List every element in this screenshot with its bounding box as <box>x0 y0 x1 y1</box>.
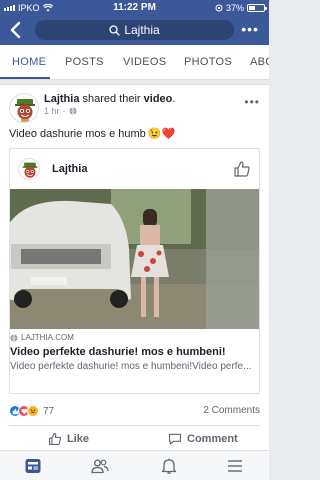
post-text: Video dashurie mos e humb <box>9 127 146 140</box>
shared-page-name[interactable]: Lajthia <box>52 163 87 175</box>
shared-avatar[interactable] <box>18 158 40 180</box>
battery-percent: 37% <box>225 3 244 13</box>
post-card: Lajthia shared their video. 1 hr · ••• V… <box>0 84 269 432</box>
post-options-icon[interactable]: ••• <box>244 95 260 109</box>
post-author[interactable]: Lajthia <box>44 93 79 105</box>
divider <box>9 425 260 426</box>
shared-post[interactable]: Lajthia LAJTHIA.COM Video perfekte dashu… <box>9 148 260 394</box>
reaction-count: 77 <box>43 405 55 417</box>
thumbs-up-icon <box>49 433 62 445</box>
search-bar[interactable]: Lajthia <box>35 20 234 40</box>
post-message: Video dashurie mos e humb 😉❤️ <box>9 127 176 141</box>
post-action-object[interactable]: video <box>144 93 173 105</box>
comment-button[interactable]: Comment <box>168 432 238 446</box>
video-thumbnail <box>10 189 259 329</box>
mascot-icon <box>15 99 35 122</box>
like-label: Like <box>67 433 90 445</box>
app-header: IPKO 11:22 PM 37% Lajthia ••• <box>0 0 269 45</box>
haha-reaction-icon <box>27 405 39 417</box>
orientation-lock-icon <box>215 4 223 12</box>
battery-icon <box>247 4 267 12</box>
bottom-nav <box>0 450 269 480</box>
post-header: Lajthia shared their video. <box>44 93 175 105</box>
friends-icon[interactable] <box>91 457 109 475</box>
page-tabs: HOME POSTS VIDEOS PHOTOS ABO <box>0 45 269 80</box>
tab-videos[interactable]: VIDEOS <box>123 56 166 68</box>
link-title[interactable]: Video perfekte dashurie! mos e humbeni! <box>10 346 226 358</box>
reactions-summary[interactable]: 77 <box>9 405 54 417</box>
comment-icon <box>169 433 181 445</box>
globe-icon <box>69 107 77 115</box>
active-tab-indicator <box>0 77 50 79</box>
post-time[interactable]: 1 hr <box>44 106 60 116</box>
status-bar: IPKO 11:22 PM 37% <box>0 0 269 16</box>
post-meta: 1 hr · <box>44 106 77 116</box>
link-description: Video perfekte dashurie! mos e humbeni!V… <box>10 361 252 372</box>
news-feed-icon[interactable] <box>24 457 42 475</box>
like-button[interactable]: Like <box>48 432 89 446</box>
screen: IPKO 11:22 PM 37% Lajthia ••• HOME POSTS… <box>0 0 269 480</box>
globe-icon <box>10 333 18 342</box>
back-arrow-icon[interactable] <box>8 20 24 40</box>
comment-label: Comment <box>187 433 238 445</box>
thumbs-up-icon[interactable] <box>233 160 251 178</box>
tab-posts[interactable]: POSTS <box>65 56 104 68</box>
notifications-bell-icon[interactable] <box>160 457 178 475</box>
link-source: LAJTHIA.COM <box>10 333 74 342</box>
post-action-end: . <box>172 93 176 105</box>
tab-photos[interactable]: PHOTOS <box>184 56 232 68</box>
more-options-icon[interactable]: ••• <box>241 21 259 37</box>
post-emoji: 😉❤️ <box>147 128 176 140</box>
avatar[interactable] <box>9 93 39 123</box>
comments-count[interactable]: 2 Comments <box>203 405 260 416</box>
meta-separator: · <box>62 106 66 116</box>
post-actions: Like Comment <box>0 432 269 452</box>
video-player[interactable] <box>10 189 259 329</box>
link-domain: LAJTHIA.COM <box>21 333 74 342</box>
search-icon <box>109 24 120 36</box>
menu-icon[interactable] <box>226 457 244 475</box>
mascot-icon <box>22 162 38 178</box>
tab-home[interactable]: HOME <box>12 56 46 68</box>
post-action-text: shared their <box>79 93 144 105</box>
search-text: Lajthia <box>124 23 160 37</box>
tab-about[interactable]: ABO <box>250 56 269 68</box>
